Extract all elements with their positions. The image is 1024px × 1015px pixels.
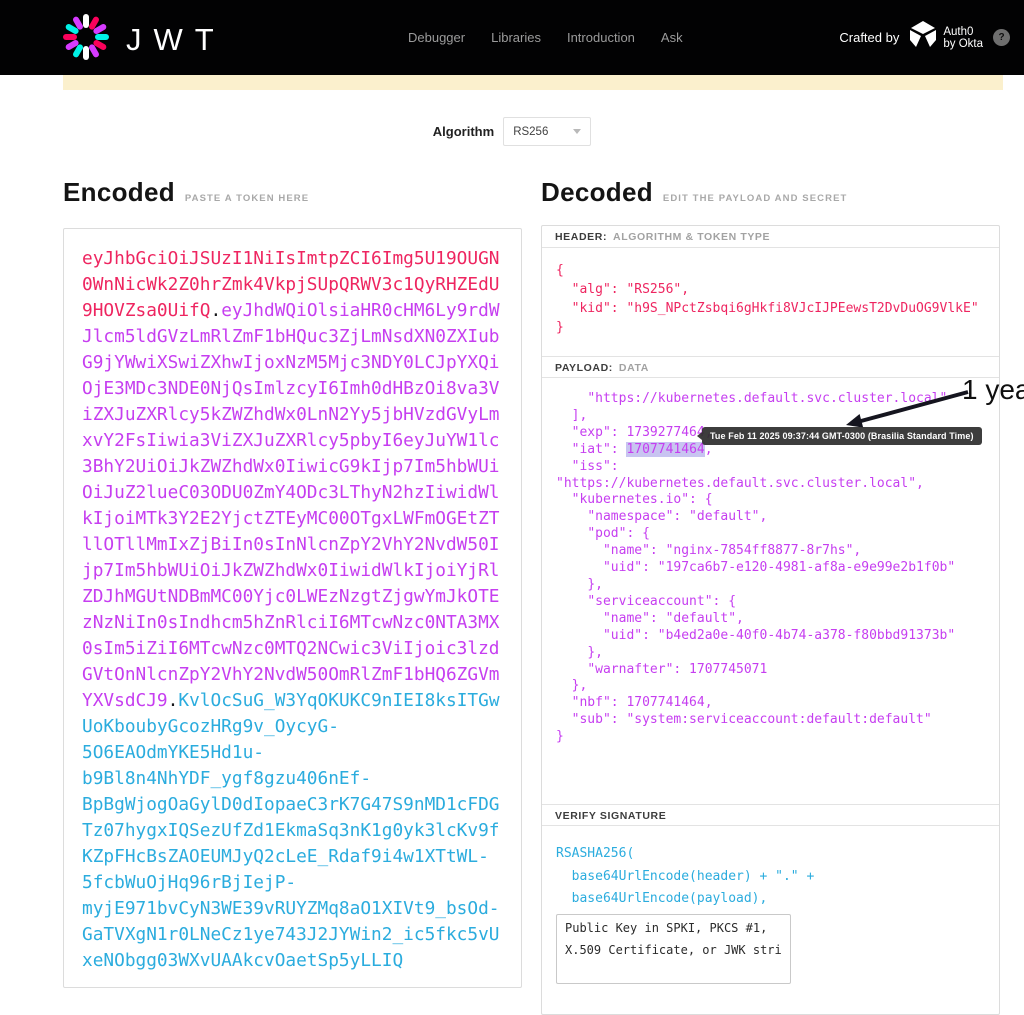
nav-links: Debugger Libraries Introduction Ask bbox=[408, 0, 683, 75]
help-icon[interactable]: ? bbox=[993, 29, 1010, 46]
nav-right: Crafted by Auth0 by Okta ? bbox=[839, 0, 1010, 75]
token-dot: . bbox=[168, 690, 179, 711]
header-section-label: HEADER: bbox=[555, 231, 607, 243]
top-nav: JWT Debugger Libraries Introduction Ask … bbox=[0, 0, 1024, 75]
encoded-subtitle: PASTE A TOKEN HERE bbox=[185, 193, 309, 204]
tooltip-caret bbox=[697, 432, 702, 440]
one-year-annotation: 1 year bbox=[962, 374, 1024, 406]
jwt-logo[interactable]: JWT bbox=[62, 13, 226, 66]
payload-section-sublabel: DATA bbox=[619, 362, 649, 374]
auth0-text: Auth0 by Okta bbox=[943, 26, 983, 50]
nav-item-introduction[interactable]: Introduction bbox=[567, 30, 635, 45]
jwt-token: eyJhbGciOiJSUzI1NiIsImtpZCI6Img5U19OUGN0… bbox=[82, 246, 503, 974]
exp-date-tooltip: Tue Feb 11 2025 09:37:44 GMT-0300 (Brasi… bbox=[702, 427, 982, 445]
auth0-shield-icon bbox=[909, 20, 937, 55]
token-signature-part: KvlOcSuG_W3YqOKUKC9nIEI8ksITGwUoKboubyGc… bbox=[82, 690, 500, 971]
iat-highlight: 1707741464 bbox=[626, 442, 704, 457]
payload-section-label: PAYLOAD: bbox=[555, 362, 613, 374]
payload-section-head: PAYLOAD: DATA bbox=[542, 356, 999, 378]
algorithm-label: Algorithm bbox=[433, 124, 494, 139]
header-json: { "alg": "RS256", "kid": "h9S_NPctZsbqi6… bbox=[556, 261, 985, 337]
tooltip-text: Tue Feb 11 2025 09:37:44 GMT-0300 (Brasi… bbox=[710, 431, 974, 441]
encoded-title: Encoded bbox=[63, 177, 175, 208]
signature-content: RSASHA256( base64UrlEncode(header) + "."… bbox=[542, 826, 999, 1001]
nav-item-debugger[interactable]: Debugger bbox=[408, 30, 465, 45]
decoded-heading: Decoded EDIT THE PAYLOAD AND SECRET bbox=[541, 177, 847, 208]
token-payload-part: eyJhdWQiOlsiaHR0cHM6Ly9rdWJlcm5ldGVzLmRl… bbox=[82, 300, 500, 711]
nav-item-ask[interactable]: Ask bbox=[661, 30, 683, 45]
decoded-subtitle: EDIT THE PAYLOAD AND SECRET bbox=[663, 193, 848, 204]
auth0-logo[interactable]: Auth0 by Okta bbox=[909, 20, 983, 55]
header-section-head: HEADER: ALGORITHM & TOKEN TYPE bbox=[542, 226, 999, 248]
brand-wordmark: JWT bbox=[126, 16, 226, 64]
notice-banner bbox=[63, 75, 1003, 90]
algorithm-row: Algorithm RS256 bbox=[0, 117, 1024, 146]
crafted-by-label: Crafted by bbox=[839, 30, 899, 45]
signature-section-head: VERIFY SIGNATURE bbox=[542, 804, 999, 826]
decoded-title: Decoded bbox=[541, 177, 653, 208]
encoded-token-input[interactable]: eyJhbGciOiJSUzI1NiIsImtpZCI6Img5U19OUGN0… bbox=[63, 228, 522, 988]
encoded-heading: Encoded PASTE A TOKEN HERE bbox=[63, 177, 309, 208]
token-dot: . bbox=[210, 300, 221, 321]
chevron-down-icon bbox=[573, 129, 581, 134]
public-key-input[interactable]: Public Key in SPKI, PKCS #1, X.509 Certi… bbox=[556, 914, 791, 984]
header-section-sublabel: ALGORITHM & TOKEN TYPE bbox=[613, 231, 770, 243]
decoded-card: HEADER: ALGORITHM & TOKEN TYPE { "alg": … bbox=[541, 225, 1000, 1015]
jwt-pinwheel-icon bbox=[62, 13, 110, 66]
signature-section-label: VERIFY SIGNATURE bbox=[555, 810, 666, 822]
algorithm-select[interactable]: RS256 bbox=[503, 117, 591, 146]
nav-item-libraries[interactable]: Libraries bbox=[491, 30, 541, 45]
signature-formula: RSASHA256( base64UrlEncode(header) + "."… bbox=[556, 843, 985, 911]
algorithm-value: RS256 bbox=[513, 126, 548, 138]
header-json-editor[interactable]: { "alg": "RS256", "kid": "h9S_NPctZsbqi6… bbox=[542, 248, 999, 356]
